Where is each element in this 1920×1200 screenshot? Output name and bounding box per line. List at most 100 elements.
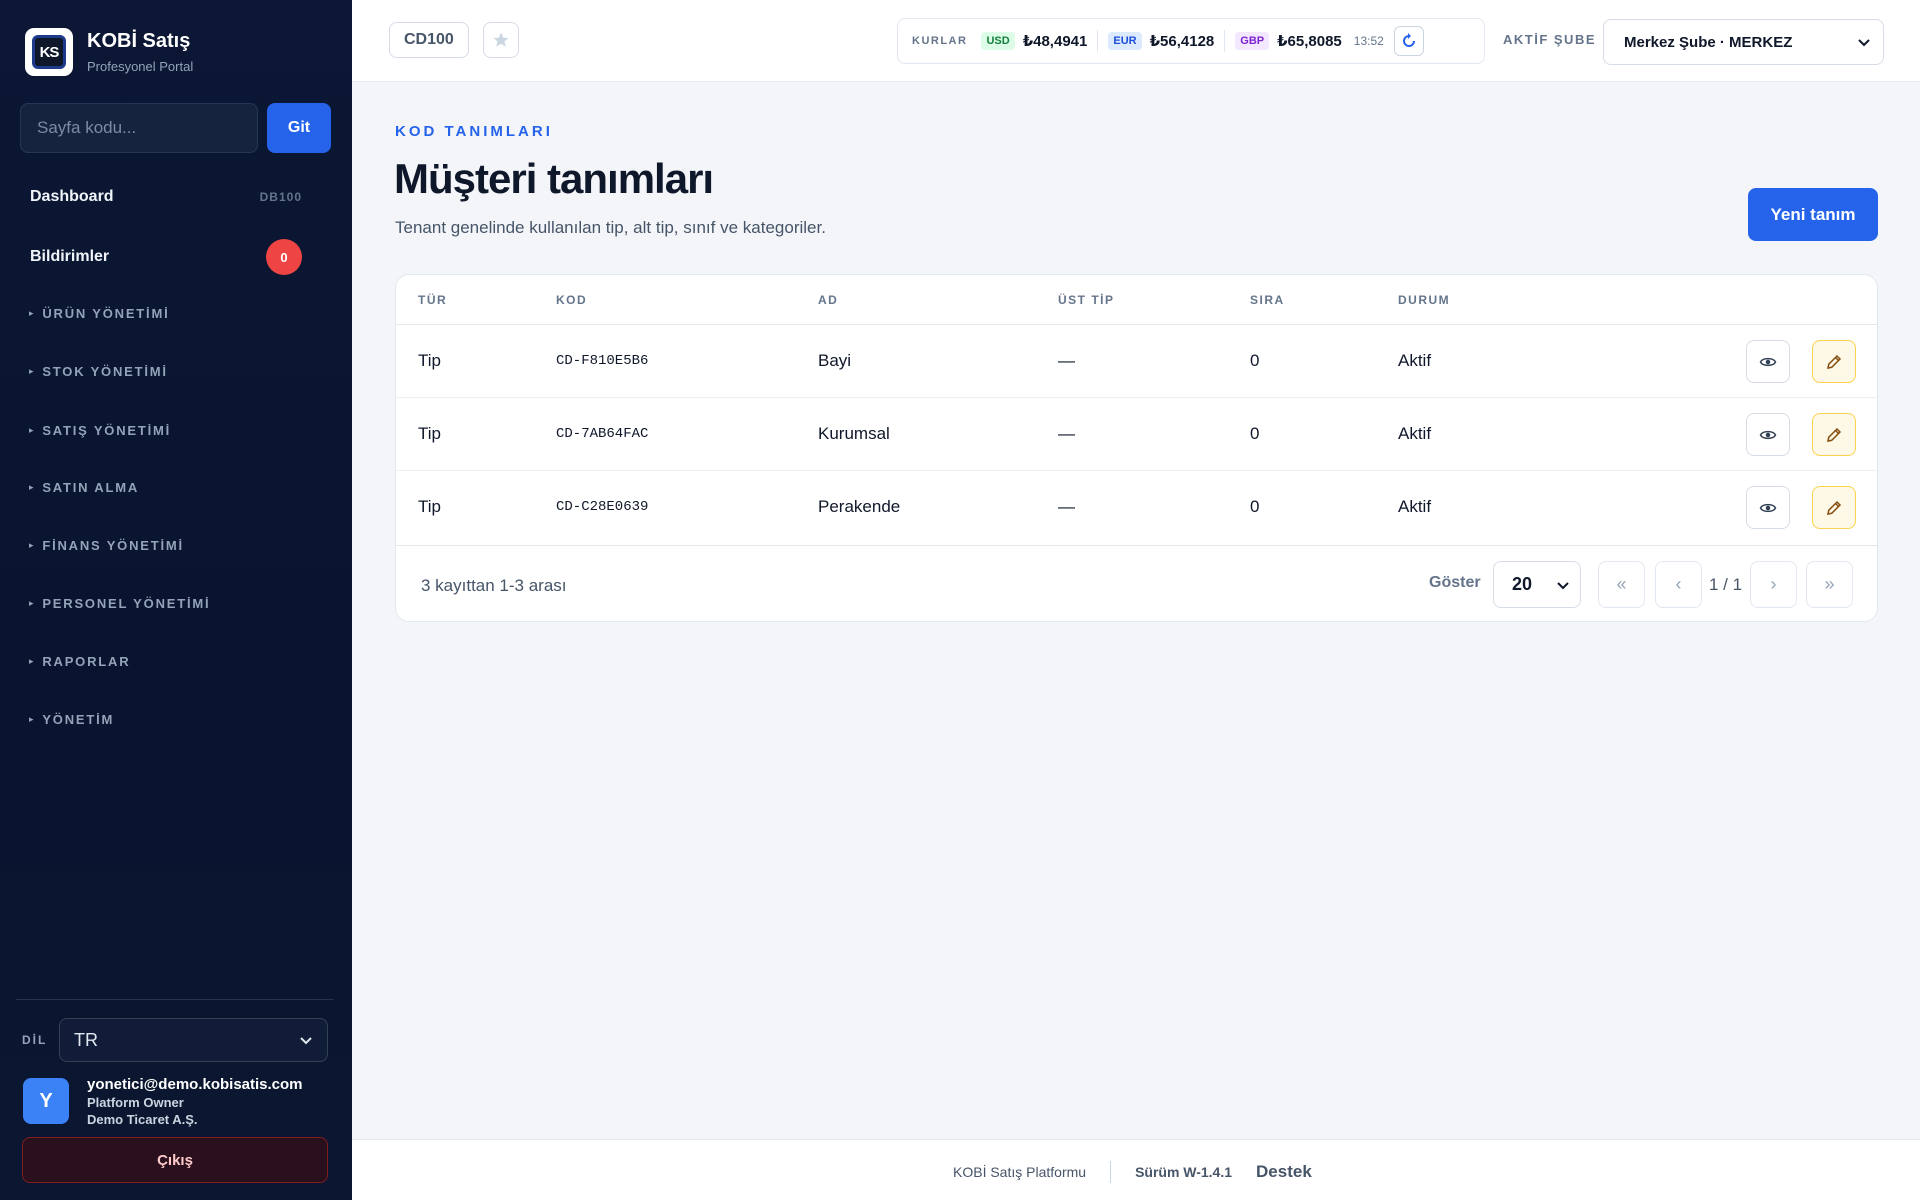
refresh-rates-button[interactable]: [1393, 26, 1424, 56]
language-row: DİL TR: [22, 1018, 328, 1062]
page-code-chip: CD100: [389, 22, 469, 58]
user-role: Platform Owner: [87, 1095, 184, 1110]
page-code-input[interactable]: [20, 103, 258, 153]
currency-code-eur: EUR: [1108, 32, 1142, 50]
pencil-icon: [1827, 427, 1842, 442]
cell-order: 0: [1250, 497, 1260, 516]
sidebar-item-label: Bildirimler: [30, 248, 110, 265]
cell-status: Aktif: [1398, 424, 1432, 443]
sidebar-group-yonetim[interactable]: ▸ YÖNETİM: [29, 712, 114, 727]
table-row[interactable]: Tip CD-F810E5B6 Bayi — 0 Aktif: [396, 325, 1877, 398]
sidebar-item-dashboard[interactable]: Dashboard DB100: [30, 188, 302, 206]
user-profile: Y yonetici@demo.kobisatis.com Platform O…: [23, 1076, 303, 1127]
last-page-button[interactable]: »: [1806, 561, 1853, 608]
view-button[interactable]: [1746, 413, 1790, 456]
sidebar-item-notifications[interactable]: Bildirimler 0: [30, 239, 302, 275]
sidebar-group-label: STOK YÖNETİMİ: [42, 364, 168, 379]
rate-value-gbp: ₺65,8085: [1277, 33, 1342, 50]
edit-button[interactable]: [1812, 340, 1856, 383]
first-page-button[interactable]: «: [1598, 561, 1645, 608]
logout-button[interactable]: Çıkış: [22, 1137, 328, 1183]
page-eyebrow: KOD TANIMLARI: [395, 123, 553, 140]
chevron-down-icon: [1557, 581, 1569, 589]
currency-code-usd: USD: [981, 32, 1015, 50]
language-select[interactable]: TR: [59, 1018, 328, 1062]
view-button[interactable]: [1746, 486, 1790, 529]
sidebar-group-stok-yonetimi[interactable]: ▸ STOK YÖNETİMİ: [29, 364, 168, 379]
caret-right-icon: ▸: [29, 425, 36, 435]
sidebar-divider: [16, 999, 334, 1000]
column-header-type[interactable]: TÜR: [418, 293, 447, 307]
sidebar-group-raporlar[interactable]: ▸ RAPORLAR: [29, 654, 130, 669]
cell-status: Aktif: [1398, 351, 1432, 370]
cell-name: Bayi: [818, 351, 852, 370]
topbar: CD100 KURLAR USD ₺48,4941 EUR ₺56,4128 G…: [352, 0, 1920, 82]
caret-right-icon: ▸: [29, 366, 36, 376]
sidebar-group-urun-yonetimi[interactable]: ▸ ÜRÜN YÖNETİMİ: [29, 306, 170, 321]
table-footer: 3 kayıttan 1-3 arası Göster 20 « ‹ 1 / 1…: [396, 545, 1877, 621]
chevron-down-icon: [1858, 39, 1870, 47]
sidebar-group-satis-yonetimi[interactable]: ▸ SATIŞ YÖNETİMİ: [29, 423, 171, 438]
cell-status: Aktif: [1398, 497, 1432, 516]
table-row[interactable]: Tip CD-C28E0639 Perakende — 0 Aktif: [396, 471, 1877, 544]
exchange-rates: KURLAR USD ₺48,4941 EUR ₺56,4128 GBP ₺65…: [897, 18, 1485, 64]
footer-platform: KOBİ Satış Platformu: [953, 1164, 1087, 1180]
cell-type: Tip: [418, 424, 441, 443]
brand[interactable]: KS KOBİ Satış Profesyonel Portal: [25, 28, 193, 76]
column-header-order[interactable]: SIRA: [1250, 293, 1285, 307]
brand-title: KOBİ Satış: [87, 30, 191, 52]
column-header-parent-type[interactable]: ÜST TİP: [1058, 293, 1115, 307]
column-header-name[interactable]: AD: [818, 293, 838, 307]
sidebar-group-label: SATIN ALMA: [42, 480, 140, 495]
edit-button[interactable]: [1812, 413, 1856, 456]
page-description: Tenant genelinde kullanılan tip, alt tip…: [395, 218, 826, 237]
view-button[interactable]: [1746, 340, 1790, 383]
new-definition-button[interactable]: Yeni tanım: [1748, 188, 1878, 241]
caret-right-icon: ▸: [29, 540, 36, 550]
footer: KOBİ Satış Platformu Sürüm W-1.4.1 Deste…: [352, 1139, 1920, 1200]
footer-version: Sürüm W-1.4.1: [1135, 1164, 1233, 1180]
sidebar-item-code: DB100: [259, 190, 302, 204]
sidebar-item-label: Dashboard: [30, 188, 114, 205]
page-size-select[interactable]: 20: [1493, 561, 1581, 608]
favorite-button[interactable]: [483, 22, 519, 58]
cell-name: Perakende: [818, 497, 901, 516]
currency-code-gbp: GBP: [1235, 32, 1270, 50]
edit-button[interactable]: [1812, 486, 1856, 529]
refresh-icon: [1402, 33, 1415, 47]
notification-count-badge: 0: [266, 239, 302, 275]
sidebar-group-label: ÜRÜN YÖNETİMİ: [42, 306, 170, 321]
star-icon: [493, 32, 509, 47]
page-indicator: 1 / 1: [1709, 575, 1743, 594]
cell-code: CD-7AB64FAC: [556, 426, 649, 442]
sidebar-group-finans-yonetimi[interactable]: ▸ FİNANS YÖNETİMİ: [29, 538, 184, 553]
language-label: DİL: [22, 1033, 48, 1047]
rate-separator: [1224, 30, 1226, 52]
go-button[interactable]: Git: [267, 103, 331, 153]
sidebar-group-personel-yonetimi[interactable]: ▸ PERSONEL YÖNETİMİ: [29, 596, 210, 611]
cell-order: 0: [1250, 424, 1260, 443]
table-header: TÜR KOD AD ÜST TİP SIRA DURUM: [396, 275, 1877, 325]
cell-code: CD-C28E0639: [556, 499, 649, 515]
caret-right-icon: ▸: [29, 482, 36, 492]
sidebar: KS KOBİ Satış Profesyonel Portal Git Das…: [0, 0, 352, 1200]
rate-value-eur: ₺56,4128: [1149, 33, 1215, 50]
prev-page-button[interactable]: ‹: [1655, 561, 1702, 608]
table-row[interactable]: Tip CD-7AB64FAC Kurumsal — 0 Aktif: [396, 398, 1877, 471]
branch-value: Merkez Şube · MERKEZ: [1624, 33, 1793, 51]
next-page-button[interactable]: ›: [1750, 561, 1797, 608]
cell-code: CD-F810E5B6: [556, 353, 649, 369]
sidebar-group-label: FİNANS YÖNETİMİ: [42, 538, 184, 553]
cell-name: Kurumsal: [818, 424, 890, 443]
column-header-code[interactable]: KOD: [556, 293, 587, 307]
sidebar-group-satin-alma[interactable]: ▸ SATIN ALMA: [29, 480, 139, 495]
rate-value-usd: ₺48,4941: [1022, 33, 1088, 50]
eye-icon: [1759, 357, 1777, 366]
cell-parent-type: —: [1058, 351, 1075, 370]
branch-select[interactable]: Merkez Şube · MERKEZ: [1603, 19, 1884, 65]
cell-type: Tip: [418, 351, 441, 370]
support-link[interactable]: Destek: [1256, 1162, 1312, 1182]
page-size-label: Göster: [1429, 574, 1481, 591]
column-header-status[interactable]: DURUM: [1398, 293, 1450, 307]
caret-right-icon: ▸: [29, 308, 36, 318]
